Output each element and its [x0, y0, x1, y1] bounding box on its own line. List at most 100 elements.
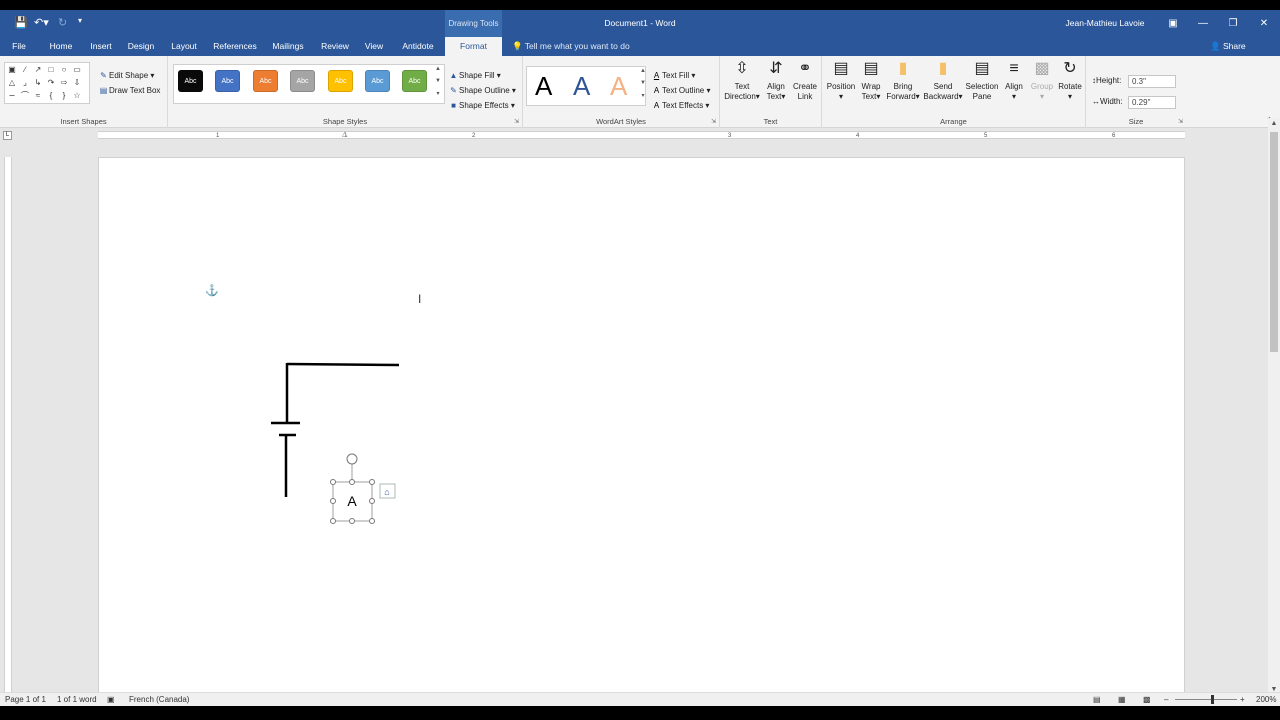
gallery-scroll-up-icon[interactable]: ▲ — [434, 66, 442, 72]
wrap-text-button[interactable]: ▤ Wrap Text▾ — [858, 58, 884, 102]
width-input[interactable]: 0.29" — [1128, 96, 1176, 109]
rotate-button[interactable]: ↻ Rotate ▾ — [1056, 58, 1084, 102]
gallery-more-icon[interactable]: ▾ — [434, 90, 442, 97]
ribbon-display-options-icon[interactable]: ▣ — [1158, 10, 1188, 37]
tell-me-search[interactable]: 💡 Tell me what you want to do — [512, 37, 630, 56]
tab-home[interactable]: Home — [46, 37, 76, 56]
curve-shape-icon[interactable]: ∽ — [6, 90, 18, 102]
squiggle-shape-icon[interactable]: ≈ — [32, 90, 44, 102]
dialog-launcher-icon[interactable]: ⇲ — [514, 118, 519, 125]
save-icon[interactable]: 💾 — [14, 16, 28, 29]
zoom-level[interactable]: 200% — [1256, 693, 1276, 706]
shape-style-blue[interactable]: Abc — [215, 70, 240, 92]
selection-pane-button[interactable]: ▤ Selection Pane — [964, 58, 1000, 102]
zoom-slider-thumb[interactable] — [1211, 695, 1214, 704]
vertical-scrollbar[interactable]: ▲ ▼ — [1268, 118, 1280, 696]
restore-icon[interactable]: ❐ — [1218, 10, 1248, 37]
oval-shape-icon[interactable]: ○ — [58, 64, 70, 76]
language-indicator[interactable]: French (Canada) — [129, 693, 189, 706]
resize-handle[interactable] — [369, 479, 375, 485]
shape-style-green[interactable]: Abc — [402, 70, 427, 92]
text-direction-button[interactable]: ⇳ Text Direction▾ — [724, 58, 760, 102]
tab-mailings[interactable]: Mailings — [268, 37, 308, 56]
shape-outline-button[interactable]: ✎ Shape Outline ▾ — [448, 86, 516, 95]
arrow-right-shape-icon[interactable]: ⇨ — [58, 77, 70, 89]
textbox-letter[interactable]: A — [347, 493, 357, 509]
wordart-style-orange[interactable]: A — [610, 72, 627, 100]
tab-file[interactable]: File — [6, 37, 32, 56]
curve-arrow-icon[interactable]: ↷ — [45, 77, 57, 89]
shape-effects-button[interactable]: ■ Shape Effects ▾ — [448, 101, 515, 110]
circuit-wire-top[interactable] — [286, 362, 400, 367]
wordart-scroll-down-icon[interactable]: ▼ — [639, 80, 647, 86]
proofing-icon[interactable]: ▣ — [107, 693, 115, 706]
word-count[interactable]: 1 of 1 word — [57, 693, 97, 706]
zoom-out-icon[interactable]: – — [1164, 693, 1168, 706]
create-link-button[interactable]: ⚭ Create Link — [792, 58, 818, 102]
draw-text-box-button[interactable]: ▤ Draw Text Box — [98, 86, 161, 95]
rectangle-shape-icon[interactable]: □ — [45, 64, 57, 76]
shape-style-black[interactable]: Abc — [178, 70, 203, 92]
arc-shape-icon[interactable]: ⌒ — [19, 90, 31, 102]
document-page[interactable]: ⚓ I ⌂ A — [98, 157, 1185, 702]
customize-qat-icon[interactable]: ▾ — [78, 16, 82, 25]
tab-references[interactable]: References — [210, 37, 260, 56]
triangle-shape-icon[interactable]: △ — [6, 77, 18, 89]
wordart-scroll-up-icon[interactable]: ▲ — [639, 68, 647, 74]
tab-design[interactable]: Design — [125, 37, 157, 56]
star-shape-icon[interactable]: ☆ — [71, 90, 83, 102]
align-text-button[interactable]: ⇵ Align Text▾ — [762, 58, 790, 102]
shape-style-orange[interactable]: Abc — [253, 70, 278, 92]
brace-shape-icon[interactable]: } — [58, 90, 70, 102]
rotate-handle[interactable] — [346, 453, 358, 465]
tab-selector-icon[interactable]: L — [3, 131, 12, 140]
resize-handle[interactable] — [330, 498, 336, 504]
read-mode-icon[interactable]: ▤ — [1093, 693, 1101, 706]
wordart-more-icon[interactable]: ▾ — [639, 92, 647, 99]
height-input[interactable]: 0.3" — [1128, 75, 1176, 88]
elbow-arrow-icon[interactable]: ↳ — [32, 77, 44, 89]
share-button[interactable]: 👤 Share — [1210, 37, 1246, 56]
text-effects-button[interactable]: A Text Effects ▾ — [651, 101, 710, 110]
arrow-line-shape-icon[interactable]: ↗ — [32, 64, 44, 76]
minimize-icon[interactable]: — — [1188, 10, 1218, 37]
shape-fill-button[interactable]: ▲ Shape Fill ▾ — [448, 71, 501, 80]
close-icon[interactable]: ✕ — [1249, 10, 1279, 37]
edit-shape-button[interactable]: ✎ Edit Shape ▾ — [98, 71, 154, 80]
resize-handle[interactable] — [349, 479, 355, 485]
brace-shape-icon[interactable]: { — [45, 90, 57, 102]
scrollbar-thumb[interactable] — [1270, 132, 1278, 352]
dialog-launcher-icon[interactable]: ⇲ — [1178, 118, 1183, 125]
user-name[interactable]: Jean-Mathieu Lavoie — [1060, 10, 1150, 37]
vertical-ruler[interactable] — [4, 157, 12, 697]
text-outline-button[interactable]: A Text Outline ▾ — [651, 86, 711, 95]
zoom-slider[interactable] — [1175, 699, 1237, 700]
tab-layout[interactable]: Layout — [168, 37, 200, 56]
tab-insert[interactable]: Insert — [86, 37, 116, 56]
arrow-down-shape-icon[interactable]: ⇩ — [71, 77, 83, 89]
bring-forward-button[interactable]: ▮ Bring Forward▾ — [884, 58, 922, 102]
page-count[interactable]: Page 1 of 1 — [5, 693, 46, 706]
shapes-gallery[interactable]: ▣ ∕ ↗ □ ○ ▭ △ ⌟ ↳ ↷ ⇨ ⇩ ∽ ⌒ ≈ { } ☆ — [4, 62, 90, 104]
resize-handle[interactable] — [369, 518, 375, 524]
tab-view[interactable]: View — [360, 37, 388, 56]
shape-style-lightblue[interactable]: Abc — [365, 70, 390, 92]
scroll-up-icon[interactable]: ▲ — [1268, 118, 1280, 130]
wordart-style-black[interactable]: A — [535, 72, 552, 100]
zoom-in-icon[interactable]: + — [1240, 693, 1245, 706]
battery-circuit-drawing[interactable]: ⌂ A — [99, 158, 1185, 702]
shape-style-gold[interactable]: Abc — [328, 70, 353, 92]
elbow-connector-icon[interactable]: ⌟ — [19, 77, 31, 89]
send-backward-button[interactable]: ▮ Send Backward▾ — [922, 58, 964, 102]
redo-icon[interactable]: ↻ — [58, 16, 67, 29]
group-button[interactable]: ▩ Group ▾ — [1028, 58, 1056, 102]
resize-handle[interactable] — [330, 479, 336, 485]
resize-handle[interactable] — [369, 498, 375, 504]
rectangle-shape-icon[interactable]: ▭ — [71, 64, 83, 76]
web-layout-icon[interactable]: ▩ — [1143, 693, 1151, 706]
position-button[interactable]: ▤ Position ▾ — [824, 58, 858, 102]
undo-icon[interactable]: ↶▾ — [34, 16, 49, 29]
shape-style-gray[interactable]: Abc — [290, 70, 315, 92]
align-button[interactable]: ≡ Align ▾ — [1000, 58, 1028, 102]
resize-handle[interactable] — [330, 518, 336, 524]
